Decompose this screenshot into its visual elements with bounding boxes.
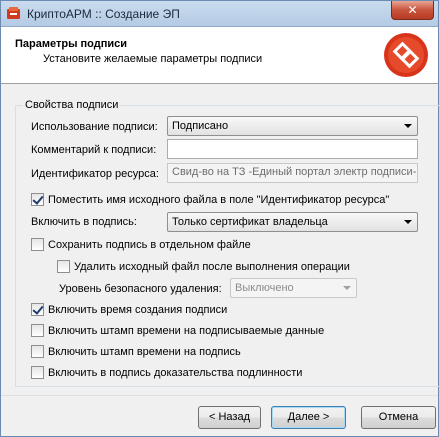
comment-label: Комментарий к подписи: — [31, 144, 157, 156]
put-filename-label: Поместить имя исходного файла в поле "Ид… — [48, 193, 390, 206]
save-separate-label: Сохранить подпись в отдельном файле — [48, 238, 251, 251]
timestamp-signature-label: Включить штамп времени на подпись — [48, 345, 241, 358]
checkbox-box[interactable] — [57, 260, 70, 273]
chevron-down-icon — [404, 124, 412, 128]
include-label: Включить в подпись: — [31, 216, 137, 228]
secure-delete-select[interactable]: Выключено — [230, 278, 357, 298]
back-button[interactable]: < Назад — [198, 406, 261, 429]
checkbox-box[interactable] — [31, 324, 44, 337]
page-subtitle: Установите желаемые параметры подписи — [43, 53, 263, 65]
include-time-checkbox[interactable]: Включить время создания подписи — [31, 303, 227, 316]
evidence-checkbox[interactable]: Включить в подпись доказательства подлин… — [31, 366, 302, 379]
timestamp-data-checkbox[interactable]: Включить штамп времени на подписываемые … — [31, 324, 324, 337]
close-icon: ✕ — [407, 3, 418, 17]
timestamp-signature-checkbox[interactable]: Включить штамп времени на подпись — [31, 345, 241, 358]
include-time-label: Включить время создания подписи — [48, 303, 228, 316]
delete-source-label: Удалить исходный файл после выполнения о… — [74, 260, 350, 273]
evidence-label: Включить в подпись доказательства подлин… — [48, 366, 303, 379]
usage-label: Использование подписи: — [31, 121, 158, 133]
group-title: Свойства подписи — [23, 99, 121, 111]
title-bar[interactable]: КриптоАРМ :: Создание ЭП ✕ — [1, 1, 438, 27]
page-title: Параметры подписи — [15, 38, 128, 50]
secure-delete-value: Выключено — [235, 282, 294, 294]
usage-select[interactable]: Подписано — [167, 116, 418, 136]
wizard-header: Параметры подписи Установите желаемые па… — [1, 27, 438, 84]
save-separate-checkbox[interactable]: Сохранить подпись в отдельном файле — [31, 238, 251, 251]
checkbox-box[interactable] — [31, 193, 44, 206]
delete-source-checkbox[interactable]: Удалить исходный файл после выполнения о… — [57, 260, 350, 273]
resource-label: Идентификатор ресурса: — [31, 168, 159, 180]
cryptoarm-logo-icon — [384, 33, 428, 77]
timestamp-data-label: Включить штамп времени на подписываемые … — [48, 324, 325, 337]
chevron-down-icon — [343, 286, 351, 290]
chevron-down-icon — [404, 220, 412, 224]
checkbox-box[interactable] — [31, 366, 44, 379]
include-select[interactable]: Только сертификат владельца — [167, 212, 418, 232]
next-button[interactable]: Далее > — [271, 406, 346, 429]
usage-value: Подписано — [172, 120, 229, 132]
secure-delete-label: Уровень безопасного удаления: — [59, 283, 222, 295]
window-title: КриптоАРМ :: Создание ЭП — [27, 7, 180, 21]
wizard-window: КриптоАРМ :: Создание ЭП ✕ Параметры под… — [0, 0, 439, 437]
checkbox-box[interactable] — [31, 238, 44, 251]
include-value: Только сертификат владельца — [172, 216, 328, 228]
app-icon — [7, 7, 20, 19]
checkbox-box[interactable] — [31, 345, 44, 358]
put-filename-checkbox[interactable]: Поместить имя исходного файла в поле "Ид… — [31, 193, 389, 206]
close-button[interactable]: ✕ — [391, 1, 434, 20]
resource-input[interactable]: Свид-во на ТЗ -Единый портал электр подп… — [167, 163, 418, 183]
comment-input[interactable] — [167, 139, 418, 159]
checkbox-box[interactable] — [31, 303, 44, 316]
cancel-button[interactable]: Отмена — [361, 406, 436, 429]
